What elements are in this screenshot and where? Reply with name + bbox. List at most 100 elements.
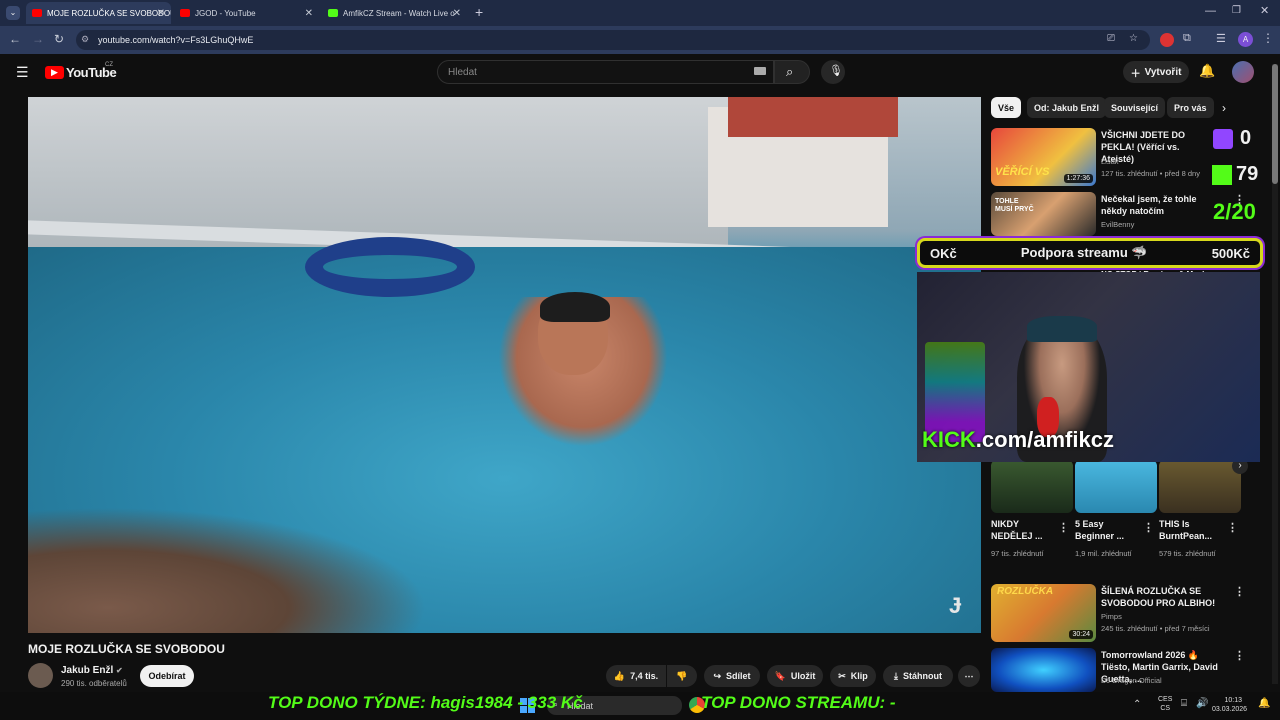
system-clock[interactable]: 10:13 03.03.2026 bbox=[1212, 696, 1247, 714]
extensions-puzzle-icon[interactable]: ⧉ bbox=[1183, 32, 1191, 45]
browser-tab-bar: ⌄ MOJE ROZLUČKA SE SVOBODOU ✕ JGOD - You… bbox=[0, 0, 1280, 26]
tray-overflow-icon[interactable]: ⌃ bbox=[1133, 699, 1141, 710]
chip-from-channel[interactable]: Od: Jakub Enžl bbox=[1027, 97, 1107, 118]
url-field[interactable]: ⚙ youtube.com/watch?v=Fs3LGhuQHwE ⎚ ☆ bbox=[76, 30, 1150, 50]
tab-search-icon[interactable]: ☰ bbox=[1216, 32, 1226, 45]
share-icon: ↪ bbox=[713, 670, 722, 681]
related-channel[interactable]: DJ Dragon Official bbox=[1101, 675, 1162, 686]
related-video-title[interactable]: Nečekal jsem, že tohle někdy natočím bbox=[1101, 193, 1219, 217]
minimize-icon[interactable]: — bbox=[1205, 5, 1216, 17]
share-label: Sdílet bbox=[726, 671, 751, 681]
channel-avatar[interactable] bbox=[28, 663, 53, 688]
language-code: CES bbox=[1158, 696, 1173, 703]
short-thumbnail[interactable] bbox=[1159, 460, 1241, 513]
related-thumbnail[interactable] bbox=[991, 648, 1096, 692]
channel-name-text: Jakub Enžl bbox=[61, 665, 114, 676]
video-duration: 30:24 bbox=[1069, 630, 1093, 639]
like-button[interactable]: 👍 7,4 tis. bbox=[606, 665, 666, 687]
short-title[interactable]: THIS Is BurntPean... bbox=[1159, 518, 1221, 542]
close-tab-icon[interactable]: ✕ bbox=[157, 8, 165, 19]
youtube-favicon-icon bbox=[180, 9, 190, 17]
hamburger-menu-icon[interactable]: ☰ bbox=[16, 64, 29, 81]
related-channel[interactable]: EvilBenny bbox=[1101, 219, 1134, 230]
site-info-icon[interactable]: ⚙ bbox=[81, 34, 89, 45]
related-thumbnail[interactable]: TOHLE MUSÍ PRYČ bbox=[991, 192, 1096, 236]
search-input[interactable]: Hledat bbox=[437, 60, 774, 84]
tab-jgod[interactable]: JGOD - YouTube ✕ bbox=[174, 2, 319, 24]
tab-amfikcz[interactable]: AmfikCZ Stream - Watch Live o ✕ bbox=[322, 2, 467, 24]
profile-avatar[interactable]: A bbox=[1238, 32, 1253, 47]
thumbnail-text: TOHLE MUSÍ PRYČ bbox=[995, 198, 1034, 213]
chip-for-you[interactable]: Pro vás bbox=[1167, 97, 1214, 118]
language-indicator[interactable]: CES CS bbox=[1158, 695, 1172, 713]
chips-next-icon[interactable]: › bbox=[1222, 101, 1226, 115]
tab-active[interactable]: MOJE ROZLUČKA SE SVOBODOU ✕ bbox=[26, 2, 171, 24]
more-options-icon[interactable]: ⋮ bbox=[1058, 521, 1069, 534]
more-options-icon[interactable]: ⋮ bbox=[1227, 521, 1238, 534]
cast-icon[interactable]: ⎚ bbox=[1107, 33, 1115, 44]
notifications-icon[interactable]: 🔔 bbox=[1258, 698, 1270, 709]
close-window-icon[interactable]: ✕ bbox=[1260, 4, 1269, 17]
short-views: 97 tis. zhlédnutí bbox=[991, 549, 1044, 558]
page-scrollbar-thumb[interactable] bbox=[1272, 64, 1278, 184]
short-thumbnail[interactable] bbox=[1075, 460, 1157, 513]
download-button[interactable]: ⤓ Stáhnout bbox=[883, 665, 953, 687]
related-thumbnail[interactable]: ROZLUČKA 30:24 bbox=[991, 584, 1096, 642]
video-player[interactable]: Ɉ bbox=[28, 97, 981, 633]
more-options-icon[interactable]: ⋮ bbox=[1234, 649, 1245, 662]
keyboard-icon[interactable] bbox=[754, 67, 766, 75]
top-donor-stream-ticker: TOP DONO STREAMU: - bbox=[701, 693, 896, 712]
volume-icon[interactable]: 🔊 bbox=[1196, 698, 1208, 709]
related-channel[interactable]: Pimps bbox=[1101, 611, 1122, 622]
back-icon[interactable]: ← bbox=[9, 32, 21, 46]
tab-list-button[interactable]: ⌄ bbox=[6, 6, 20, 20]
thumbs-down-icon: 👎 bbox=[676, 670, 688, 681]
clip-button[interactable]: ✂ Klip bbox=[830, 665, 876, 687]
address-bar-row: ← → ↻ ⚙ youtube.com/watch?v=Fs3LGhuQHwE … bbox=[0, 26, 1280, 54]
dislike-button[interactable]: 👎 bbox=[667, 665, 697, 687]
channel-name[interactable]: Jakub Enžl ✔ bbox=[61, 665, 123, 676]
channel-watermark-icon[interactable]: Ɉ bbox=[949, 593, 971, 619]
close-tab-icon[interactable]: ✕ bbox=[453, 8, 461, 19]
share-button[interactable]: ↪ Sdílet bbox=[704, 665, 760, 687]
new-tab-icon[interactable]: + bbox=[475, 4, 483, 20]
related-thumbnail[interactable]: VĚŘÍCÍ VS 1:27:36 bbox=[991, 128, 1096, 186]
short-title[interactable]: 5 Easy Beginner ... bbox=[1075, 518, 1137, 542]
short-views: 1,9 mil. zhlédnutí bbox=[1075, 549, 1132, 558]
video-scene-float-ring bbox=[305, 237, 475, 297]
twitch-follower-count: 0 bbox=[1240, 127, 1252, 149]
thumbnail-text: ROZLUČKA bbox=[997, 586, 1054, 597]
account-avatar[interactable] bbox=[1232, 61, 1254, 83]
clip-label: Klip bbox=[850, 671, 868, 681]
youtube-logo-icon[interactable]: ▶ bbox=[45, 66, 64, 79]
more-actions-button[interactable]: ⋯ bbox=[958, 665, 980, 687]
short-title[interactable]: NIKDY NEDĚLEJ ... bbox=[991, 518, 1053, 542]
chip-all[interactable]: Vše bbox=[991, 97, 1022, 118]
donation-goal-bar: OKč Podpora streamu 🦈 500Kč bbox=[917, 238, 1263, 268]
create-button[interactable]: ＋ Vytvořit bbox=[1123, 61, 1189, 83]
more-options-icon[interactable]: ⋮ bbox=[1234, 585, 1245, 598]
kick-icon bbox=[1212, 165, 1232, 185]
subscribe-button[interactable]: Odebírat bbox=[140, 665, 194, 687]
browser-menu-icon[interactable]: ⋮ bbox=[1262, 31, 1274, 45]
forward-icon[interactable]: → bbox=[32, 32, 44, 46]
chip-related[interactable]: Související bbox=[1104, 97, 1166, 118]
save-label: Uložit bbox=[790, 671, 816, 681]
reload-icon[interactable]: ↻ bbox=[54, 32, 64, 46]
keyboard-layout: CS bbox=[1160, 705, 1171, 712]
maximize-icon[interactable]: ❐ bbox=[1232, 5, 1241, 16]
related-video-title[interactable]: ŠÍLENÁ ROZLUČKA SE SVOBODOU PRO ALBIHO! bbox=[1101, 585, 1226, 609]
search-button[interactable]: ⌕ bbox=[774, 60, 810, 84]
bookmark-star-icon[interactable]: ☆ bbox=[1129, 33, 1138, 44]
close-tab-icon[interactable]: ✕ bbox=[305, 8, 313, 19]
short-thumbnail[interactable] bbox=[991, 460, 1073, 513]
voice-search-button[interactable]: 🎙 bbox=[821, 60, 845, 84]
more-options-icon[interactable]: ⋮ bbox=[1143, 521, 1154, 534]
save-button[interactable]: 🔖 Uložit bbox=[767, 665, 823, 687]
region-code: CZ bbox=[105, 62, 113, 68]
network-icon[interactable]: ⌸ bbox=[1181, 698, 1187, 709]
related-channel[interactable]: Lišák bbox=[1101, 156, 1119, 167]
search-icon: ⌕ bbox=[786, 64, 794, 79]
extension-icon[interactable] bbox=[1160, 33, 1174, 47]
notifications-bell-icon[interactable]: 🔔 bbox=[1199, 63, 1215, 79]
